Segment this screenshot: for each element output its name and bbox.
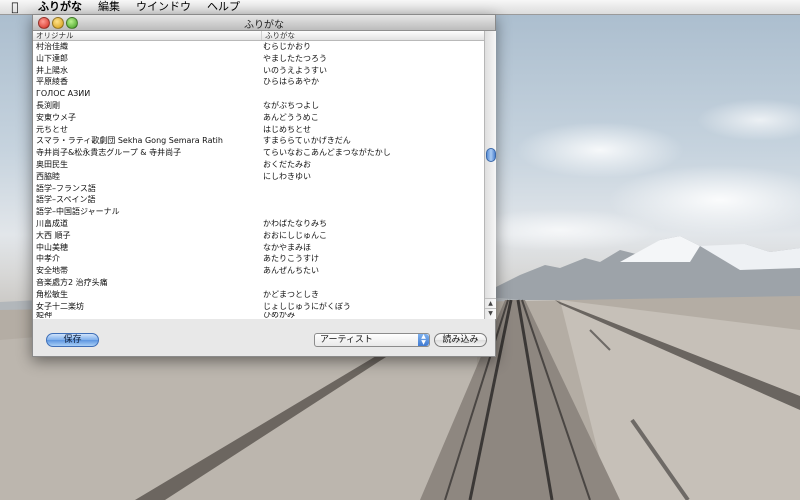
table-row[interactable]: 音楽處方2 治疗头痛 <box>33 277 484 289</box>
table-row[interactable]: 村治佳織 むらじかおり <box>33 41 484 53</box>
cell-original: 平原綾香 <box>36 77 68 87</box>
table-row[interactable]: 山下達郎 やましたたつろう <box>33 53 484 65</box>
cell-furigana: ひめがみ <box>263 312 295 319</box>
table-row[interactable]: 長渕剛 ながぶちつよし <box>33 100 484 112</box>
table-row[interactable]: ГОЛОС АЗИИ <box>33 88 484 100</box>
table-row[interactable]: 中孝介 あたりこうすけ <box>33 253 484 265</box>
column-header-original[interactable]: オリジナル <box>36 31 74 40</box>
cell-original: 語学–スペイン語 <box>36 195 96 205</box>
cell-furigana: おおにしじゅんこ <box>263 230 327 240</box>
menu-window[interactable]: ウインドウ <box>128 0 199 14</box>
window-title: ふりがな <box>244 20 284 31</box>
table-row[interactable]: 姫神 ひめがみ <box>33 312 484 318</box>
cell-original: スマラ・ラティ歌劇団 Sekha Gong Semara Ratih <box>36 136 223 146</box>
cell-furigana: かどまつとしき <box>263 289 319 299</box>
load-button[interactable]: 読み込み <box>434 333 487 347</box>
column-header-furigana[interactable]: ふりがな <box>261 31 295 40</box>
cell-original: 元ちとせ <box>36 124 68 134</box>
cell-original: 川畠成道 <box>36 218 68 228</box>
table-row[interactable]: 川畠成道 かわばたなりみち <box>33 218 484 230</box>
table-row[interactable]: 女子十二楽坊 じょしじゅうにがくぼう <box>33 301 484 313</box>
cell-furigana: ながぶちつよし <box>263 100 320 110</box>
cell-furigana: いのうえようすい <box>263 65 327 75</box>
menu-help[interactable]: ヘルプ <box>199 0 248 14</box>
cell-furigana: あんどううめこ <box>263 112 319 122</box>
table-row[interactable]: 安全地帯 あんぜんちたい <box>33 265 484 277</box>
table-row[interactable]: 中山美穂 なかやまみほ <box>33 242 484 254</box>
cell-furigana: にしわきゆい <box>263 171 311 181</box>
table-row[interactable]: 角松敏生 かどまつとしき <box>33 289 484 301</box>
table-row[interactable]: 元ちとせ はじめちとせ <box>33 124 484 136</box>
scroll-down-arrow-icon[interactable]: ▼ <box>485 308 496 319</box>
cell-furigana: おくだたみお <box>263 159 311 169</box>
menu-bar:  ふりがな 編集 ウインドウ ヘルプ <box>0 0 800 15</box>
cell-original: 安全地帯 <box>36 266 68 276</box>
table-row[interactable]: 安東ウメ子 あんどううめこ <box>33 112 484 124</box>
cell-furigana: すまららてぃかげきだん <box>263 136 351 146</box>
cell-furigana: かわばたなりみち <box>263 218 327 228</box>
cell-original: 奥田民生 <box>36 159 68 169</box>
furigana-window: ふりがな オリジナル ふりがな 村治佳織 むらじかおり山下達郎 やましたたつろう井上… <box>32 14 496 357</box>
cell-furigana: なかやまみほ <box>263 242 311 252</box>
cell-furigana: じょしじゅうにがくぼう <box>263 301 351 311</box>
cell-original: 村治佳織 <box>36 42 68 51</box>
furigana-table[interactable]: オリジナル ふりがな 村治佳織 むらじかおり山下達郎 やましたたつろう井上陽水 いのう… <box>33 31 484 319</box>
scrollbar-thumb[interactable] <box>486 148 496 162</box>
cell-original: 姫神 <box>36 312 52 319</box>
cell-original: 大西 順子 <box>36 230 71 240</box>
mode-select-value: アーティスト <box>320 335 373 345</box>
table-row[interactable]: 大西 順子 おおにしじゅんこ <box>33 230 484 242</box>
select-arrows-icon: ▲ ▼ <box>418 334 429 346</box>
cell-original: 山下達郎 <box>36 53 68 63</box>
table-row[interactable]: 平原綾香 ひらはらあやか <box>33 76 484 88</box>
table-row[interactable]: 語学–フランス語 <box>33 183 484 195</box>
cell-original: ГОЛОС АЗИИ <box>36 89 91 99</box>
table-header: オリジナル ふりがな <box>33 31 484 41</box>
mode-select[interactable]: アーティスト ▲ ▼ <box>314 333 430 347</box>
cell-original: 中孝介 <box>36 254 60 264</box>
cell-original: 西脇睦 <box>36 171 60 181</box>
cell-original: 長渕剛 <box>36 100 60 110</box>
table-row[interactable]: 奥田民生 おくだたみお <box>33 159 484 171</box>
cell-furigana: むらじかおり <box>263 42 311 51</box>
apple-menu-icon[interactable]:  <box>0 0 30 14</box>
cell-original: 中山美穂 <box>36 242 68 252</box>
cell-original: 語学–フランス語 <box>36 183 96 193</box>
cell-original: 寺井尚子&松永貴志グループ & 寺井尚子 <box>36 148 182 158</box>
menu-app[interactable]: ふりがな <box>30 0 90 14</box>
cell-furigana: ひらはらあやか <box>263 77 319 87</box>
vertical-scrollbar[interactable]: ▲ ▼ <box>484 31 496 319</box>
save-button[interactable]: 保存 <box>46 333 99 347</box>
table-row[interactable]: 語学–スペイン語 <box>33 194 484 206</box>
cell-original: 音楽處方2 治疗头痛 <box>36 277 108 287</box>
cell-furigana: てらいなおこあんどまつながたかし <box>263 148 391 158</box>
table-row[interactable]: 寺井尚子&松永貴志グループ & 寺井尚子 てらいなおこあんどまつながたかし <box>33 147 484 159</box>
menu-edit[interactable]: 編集 <box>90 0 128 14</box>
window-titlebar[interactable]: ふりがな <box>33 15 495 31</box>
cell-original: 角松敏生 <box>36 289 68 299</box>
cell-original: 井上陽水 <box>36 65 68 75</box>
cell-furigana: あたりこうすけ <box>263 254 319 264</box>
cell-original: 女子十二楽坊 <box>36 301 84 311</box>
cell-furigana: やましたたつろう <box>263 53 327 63</box>
table-rows: 村治佳織 むらじかおり山下達郎 やましたたつろう井上陽水 いのうえようすい平原綾香 ひら… <box>33 41 484 318</box>
table-row[interactable]: 語学–中国語ジャーナル <box>33 206 484 218</box>
cell-original: 語学–中国語ジャーナル <box>36 207 120 217</box>
table-row[interactable]: 西脇睦 にしわきゆい <box>33 171 484 183</box>
cell-furigana: あんぜんちたい <box>263 266 319 276</box>
table-row[interactable]: 井上陽水 いのうえようすい <box>33 65 484 77</box>
table-row[interactable]: スマラ・ラティ歌劇団 Sekha Gong Semara Ratih すまららてぃ… <box>33 135 484 147</box>
cell-furigana: はじめちとせ <box>263 124 311 134</box>
cell-original: 安東ウメ子 <box>36 112 76 122</box>
